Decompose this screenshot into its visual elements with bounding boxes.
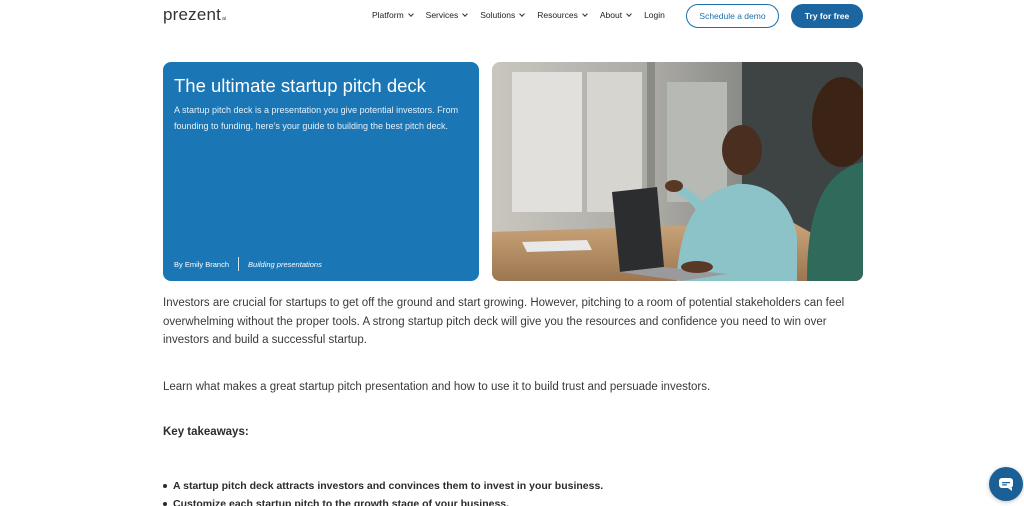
nav-resources[interactable]: Resources — [537, 10, 588, 20]
takeaway-text: A startup pitch deck attracts investors … — [173, 480, 604, 492]
nav-services[interactable]: Services — [425, 10, 469, 20]
logo-mark: ai — [222, 16, 227, 22]
prezent-logo[interactable]: prezent ai — [163, 5, 226, 25]
chevron-down-icon — [462, 10, 469, 17]
try-for-free-button[interactable]: Try for free — [791, 4, 863, 28]
chevron-down-icon — [519, 10, 526, 17]
hero-image — [492, 62, 863, 281]
schedule-demo-button[interactable]: Schedule a demo — [686, 4, 779, 28]
list-item: Customize each startup pitch to the grow… — [163, 498, 509, 506]
nav-solutions[interactable]: Solutions — [480, 10, 526, 20]
chat-button[interactable] — [989, 467, 1023, 501]
meta-divider — [238, 257, 240, 271]
bullet-icon — [163, 502, 167, 506]
author-name[interactable]: By Emily Branch — [174, 260, 229, 269]
chevron-down-icon — [626, 10, 632, 17]
nav-platform-label: Platform — [372, 10, 404, 20]
nav-services-label: Services — [425, 10, 459, 20]
hero-description: A startup pitch deck is a presentation y… — [174, 105, 459, 131]
nav-solutions-label: Solutions — [480, 10, 516, 20]
intro-paragraph: Investors are crucial for startups to ge… — [163, 297, 845, 346]
chat-icon — [999, 478, 1013, 491]
key-takeaways-heading: Key takeaways: — [163, 426, 249, 438]
login-link[interactable]: Login — [644, 10, 665, 20]
chevron-down-icon — [407, 10, 414, 17]
nav-platform[interactable]: Platform — [372, 10, 414, 20]
chevron-down-icon — [582, 10, 588, 17]
nav-about[interactable]: About — [599, 10, 632, 20]
page-title: The ultimate startup pitch deck — [174, 75, 426, 96]
article-meta: By Emily Branch Building presentations — [174, 257, 322, 271]
learn-paragraph: Learn what makes a great startup pitch p… — [163, 381, 711, 393]
logo-text: prezent — [163, 5, 222, 24]
takeaway-text: Customize each startup pitch to the grow… — [173, 498, 510, 506]
main-nav: Platform Services Solutions Resources Ab… — [372, 10, 678, 20]
category-link[interactable]: Building presentations — [248, 260, 322, 269]
list-item: A startup pitch deck attracts investors … — [163, 480, 603, 492]
bullet-icon — [163, 484, 167, 488]
site-header: prezent ai Platform Services Solutions Re… — [0, 0, 1024, 32]
hero-card: The ultimate startup pitch deck A startu… — [163, 62, 479, 281]
nav-resources-label: Resources — [537, 10, 578, 20]
nav-about-label: About — [599, 10, 623, 20]
